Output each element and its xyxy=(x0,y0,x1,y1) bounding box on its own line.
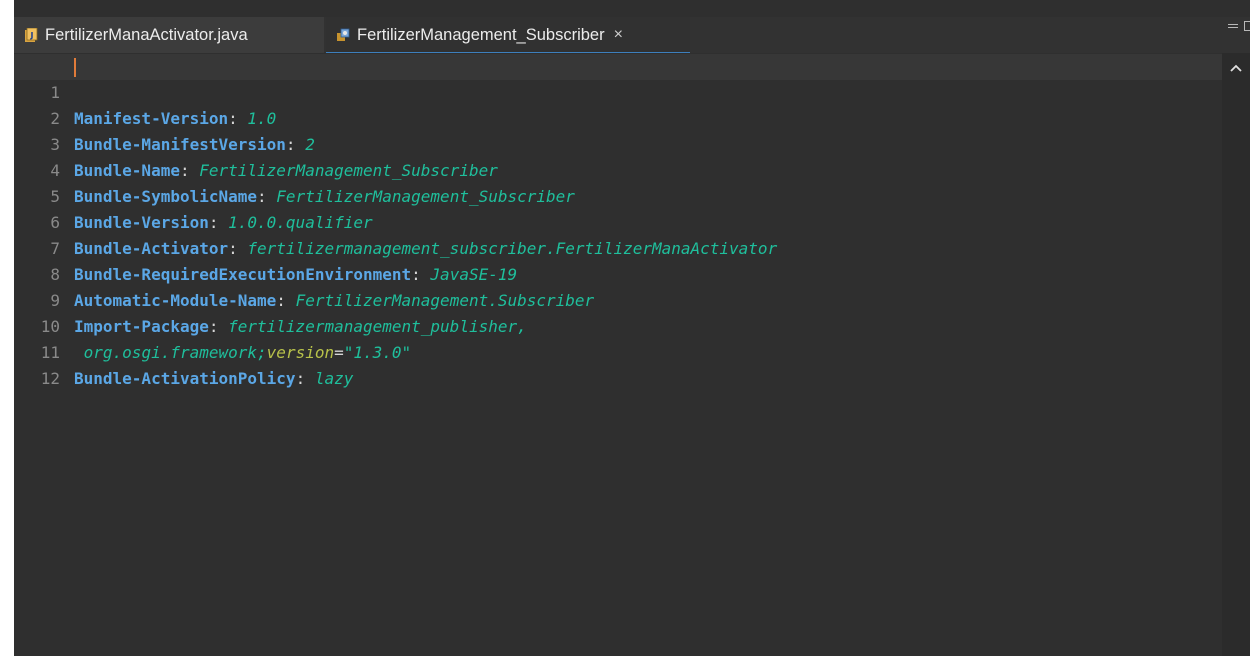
svg-text:J: J xyxy=(30,31,34,40)
view-controls xyxy=(1228,17,1250,35)
java-file-icon: J xyxy=(25,27,38,42)
code-line: 9 Import-Package: fertilizermanagement_p… xyxy=(14,262,526,336)
header-key: Automatic-Module-Name xyxy=(74,291,277,310)
separator: : xyxy=(228,109,248,128)
separator: : xyxy=(295,369,315,388)
maximize-icon[interactable] xyxy=(1244,21,1250,31)
separator: : xyxy=(208,317,229,336)
attribute-value: "1.3.0" xyxy=(343,343,412,362)
manifest-editor[interactable]: 1 Manifest-Version: 1.0 2 Bundle-Manifes… xyxy=(14,53,1222,656)
separator: : xyxy=(257,187,277,206)
separator: : xyxy=(276,291,296,310)
close-icon[interactable]: × xyxy=(614,27,623,43)
minimize-icon[interactable] xyxy=(1228,24,1238,28)
tab-fertilizer-management-subscriber[interactable]: FertilizerManagement_Subscriber × xyxy=(326,17,690,54)
header-key: Bundle-Activator xyxy=(74,239,229,258)
code-line: 10 org.osgi.framework;version="1.3.0" xyxy=(14,288,411,362)
code-line: 12 xyxy=(14,340,60,388)
window-edge xyxy=(0,0,14,656)
attribute-name: version xyxy=(266,343,335,362)
code-line: 11 Bundle-ActivationPolicy: lazy xyxy=(14,314,354,388)
current-line-highlight xyxy=(14,54,1222,80)
code-line: 2 Bundle-ManifestVersion: 2 xyxy=(14,80,314,154)
code-line: 1 Manifest-Version: 1.0 xyxy=(14,54,276,128)
header-value: FertilizerManagement.Subscriber xyxy=(295,291,595,310)
tab-label: FertilizerManagement_Subscriber xyxy=(357,25,605,44)
tab-label: FertilizerManaActivator.java xyxy=(45,25,248,44)
header-value: JavaSE-19 xyxy=(430,265,518,284)
vertical-scrollbar[interactable] xyxy=(1222,53,1250,656)
text-caret xyxy=(74,58,76,77)
equals-sign: = xyxy=(334,343,344,362)
header-key: Bundle-RequiredExecutionEnvironment xyxy=(74,265,412,284)
header-key: Manifest-Version xyxy=(74,109,229,128)
header-value: FertilizerManagement_Subscriber xyxy=(276,187,575,206)
code-line: 8 Automatic-Module-Name: FertilizerManag… xyxy=(14,236,594,310)
header-value: fertilizermanagement_subscriber.Fertiliz… xyxy=(247,239,778,258)
header-value: FertilizerManagement_Subscriber xyxy=(199,161,498,180)
separator: : xyxy=(228,239,248,258)
code-line: 5 Bundle-Version: 1.0.0.qualifier xyxy=(14,158,372,232)
code-line: 7 Bundle-RequiredExecutionEnvironment: J… xyxy=(14,210,517,284)
header-key: Bundle-ActivationPolicy xyxy=(74,369,296,388)
continuation-indent xyxy=(74,343,84,362)
header-value: org.osgi.framework; xyxy=(83,343,267,362)
separator: : xyxy=(179,161,200,180)
plugin-manifest-icon xyxy=(337,28,350,41)
separator: : xyxy=(411,265,431,284)
code-line: 4 Bundle-SymbolicName: FertilizerManagem… xyxy=(14,132,575,206)
tab-fertilizer-mana-activator[interactable]: J FertilizerManaActivator.java xyxy=(14,17,324,53)
header-key: Bundle-Name xyxy=(74,161,180,180)
header-key: Bundle-Version xyxy=(74,213,209,232)
header-key: Import-Package xyxy=(74,317,209,336)
header-key: Bundle-SymbolicName xyxy=(74,187,258,206)
separator: : xyxy=(285,135,306,154)
code-line: 3 Bundle-Name: FertilizerManagement_Subs… xyxy=(14,106,498,180)
chevron-up-icon[interactable] xyxy=(1230,63,1242,73)
editor-tab-bar: J FertilizerManaActivator.java Fertilize… xyxy=(14,17,1250,54)
code-line: 6 Bundle-Activator: fertilizermanagement… xyxy=(14,184,777,258)
header-value: lazy xyxy=(314,369,354,388)
header-value: 1.0 xyxy=(247,109,277,128)
line-number: 12 xyxy=(40,369,60,388)
header-key: Bundle-ManifestVersion xyxy=(74,135,286,154)
header-value: 1.0.0.qualifier xyxy=(228,213,373,232)
header-value: fertilizermanagement_publisher, xyxy=(228,317,527,336)
header-value: 2 xyxy=(305,135,315,154)
separator: : xyxy=(208,213,229,232)
